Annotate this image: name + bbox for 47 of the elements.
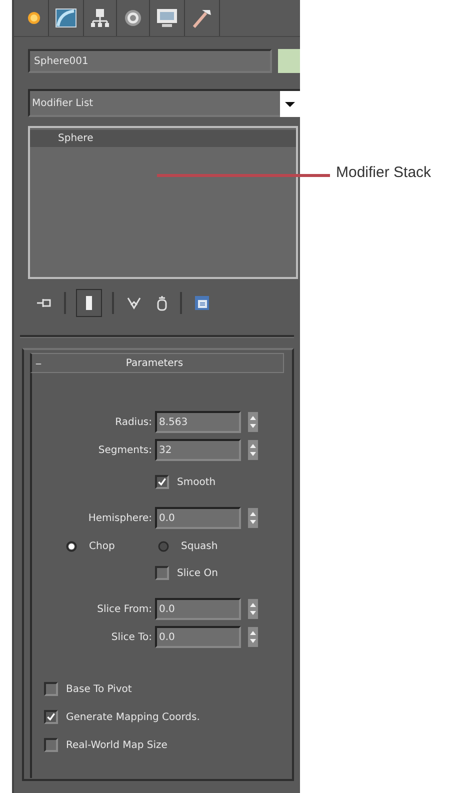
number-field[interactable]: 0.0 <box>155 598 241 620</box>
config-icon <box>194 295 210 311</box>
field-label: Hemisphere: <box>87 512 153 524</box>
checkbox[interactable] <box>155 475 169 489</box>
spinner-arrows-icon[interactable] <box>248 627 258 647</box>
hierarchy-icon <box>89 7 111 29</box>
fork-icon <box>126 296 142 310</box>
checkbox[interactable] <box>44 710 58 724</box>
pin-icon <box>36 297 52 309</box>
spinner-arrows-icon[interactable] <box>248 412 258 432</box>
spinner-arrows-icon[interactable] <box>248 440 258 460</box>
target-icon <box>122 7 144 29</box>
number-field[interactable]: 0.0 <box>155 626 241 648</box>
sun-icon <box>25 9 43 27</box>
checkbox-label: Real-World Map Size <box>66 740 168 750</box>
stack-item[interactable]: Sphere <box>30 130 296 147</box>
spinner-arrows-icon[interactable] <box>248 599 258 619</box>
bin-icon <box>156 295 168 311</box>
number-field[interactable]: 32 <box>155 439 241 461</box>
radio-button[interactable] <box>158 541 169 552</box>
curve-icon <box>54 7 78 29</box>
checkbox[interactable] <box>155 566 169 580</box>
monitor-icon <box>155 7 179 29</box>
checkbox-label: Slice On <box>177 568 218 578</box>
object-name-field[interactable]: Sphere001 <box>28 49 272 73</box>
radio-label: Chop <box>89 541 115 552</box>
rollout-header[interactable]: _ Parameters <box>30 353 284 373</box>
field-label: Radius: <box>114 416 153 428</box>
number-field[interactable]: 8.563 <box>155 411 241 433</box>
radio-label: Squash <box>181 541 218 552</box>
bar-icon <box>85 295 93 311</box>
field-label: Segments: <box>97 444 153 456</box>
number-field[interactable]: 0.0 <box>155 507 241 529</box>
hammer-icon <box>190 7 214 29</box>
checkbox-label: Generate Mapping Coords. <box>66 712 200 722</box>
show-end-button[interactable] <box>76 289 102 317</box>
modifier-list-dropdown[interactable]: Modifier List <box>28 89 300 117</box>
field-label: Slice To: <box>110 632 153 642</box>
callout-label: Modifier Stack <box>336 164 432 181</box>
radio-button[interactable] <box>66 541 77 552</box>
field-label: Slice From: <box>96 604 153 614</box>
checkbox[interactable] <box>44 738 58 752</box>
checkbox-label: Smooth <box>177 476 216 488</box>
checkbox-label: Base To Pivot <box>66 684 132 694</box>
object-color-swatch[interactable] <box>278 49 300 73</box>
spinner-arrows-icon[interactable] <box>248 508 258 528</box>
checkbox[interactable] <box>44 682 58 696</box>
